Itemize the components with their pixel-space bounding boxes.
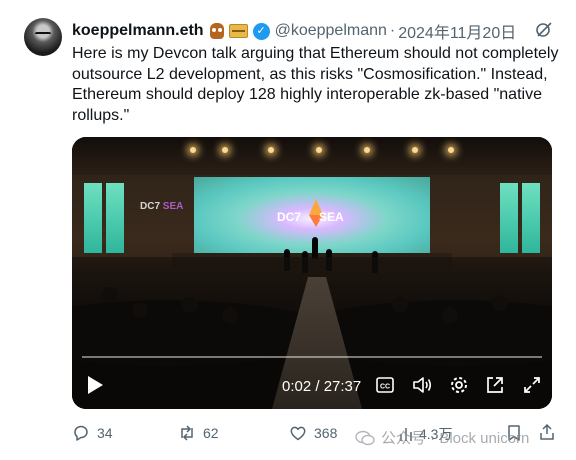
side-screen — [106, 183, 124, 253]
video-progress-bar[interactable] — [82, 356, 542, 358]
side-screen — [84, 183, 102, 253]
closed-captions-icon[interactable]: CC — [376, 377, 394, 393]
wechat-icon — [355, 430, 375, 445]
stage-light — [364, 147, 370, 153]
video-player[interactable]: DC7 SEA DC7 SEA 0:02 / 27:37 CC — [72, 137, 552, 409]
speaker — [312, 237, 318, 259]
audience-head — [182, 297, 198, 313]
tweet-date[interactable]: 2024年11月20日 — [398, 19, 516, 43]
like-count: 368 — [314, 425, 338, 441]
audience-head — [102, 287, 118, 303]
stage-light — [316, 147, 322, 153]
watermark-text: 公众号 · Block unicorn — [381, 430, 530, 447]
display-name[interactable]: koeppelmann.eth — [72, 22, 204, 40]
play-icon[interactable] — [86, 375, 104, 395]
stage-light — [412, 147, 418, 153]
avatar[interactable] — [24, 18, 62, 56]
side-logo: DC7 SEA — [140, 201, 184, 212]
tweet-card: koeppelmann.eth ✓ @koeppelmann · 2024年11… — [0, 0, 576, 460]
reply-count: 34 — [97, 425, 113, 441]
repost-count: 62 — [203, 425, 219, 441]
stage-light — [268, 147, 274, 153]
volume-icon[interactable] — [412, 376, 432, 394]
audience-head — [132, 302, 148, 318]
stage-light — [448, 147, 454, 153]
reply-button[interactable]: 34 — [72, 424, 113, 442]
tweet-header: koeppelmann.eth ✓ @koeppelmann · 2024年11… — [72, 20, 516, 42]
screen-label-left: DC7 — [277, 210, 302, 224]
watermark: 公众号 · Block unicorn — [355, 427, 529, 448]
repost-icon — [181, 425, 193, 441]
screen-label-right: SEA — [319, 210, 344, 224]
verified-badge-icon[interactable]: ✓ — [252, 22, 270, 40]
grok-icon[interactable] — [535, 21, 553, 39]
like-button[interactable]: 368 — [289, 424, 337, 442]
svg-text:CC: CC — [380, 384, 390, 391]
fullscreen-icon[interactable] — [523, 376, 541, 394]
repost-button[interactable]: 62 — [178, 424, 219, 442]
heart-icon — [290, 426, 306, 441]
stage-light — [222, 147, 228, 153]
user-handle[interactable]: @koeppelmann — [275, 22, 387, 40]
audience-head — [392, 297, 408, 313]
side-screen — [522, 183, 540, 253]
side-screen — [500, 183, 518, 253]
reply-icon — [74, 425, 88, 441]
owl-emoji-icon — [209, 23, 224, 39]
credit-card-emoji-icon — [228, 24, 248, 38]
separator: · — [389, 22, 396, 39]
popout-icon[interactable] — [485, 375, 505, 395]
settings-gear-icon[interactable] — [449, 375, 469, 395]
share-icon[interactable] — [538, 423, 556, 441]
ceiling — [72, 137, 552, 175]
audience-head — [222, 307, 238, 323]
video-time: 0:02 / 27:37 — [282, 378, 362, 395]
audience-head — [492, 295, 508, 311]
audience-head — [442, 307, 458, 323]
stage-light — [190, 147, 196, 153]
tweet-text: Here is my Devcon talk arguing that Ethe… — [72, 45, 559, 124]
